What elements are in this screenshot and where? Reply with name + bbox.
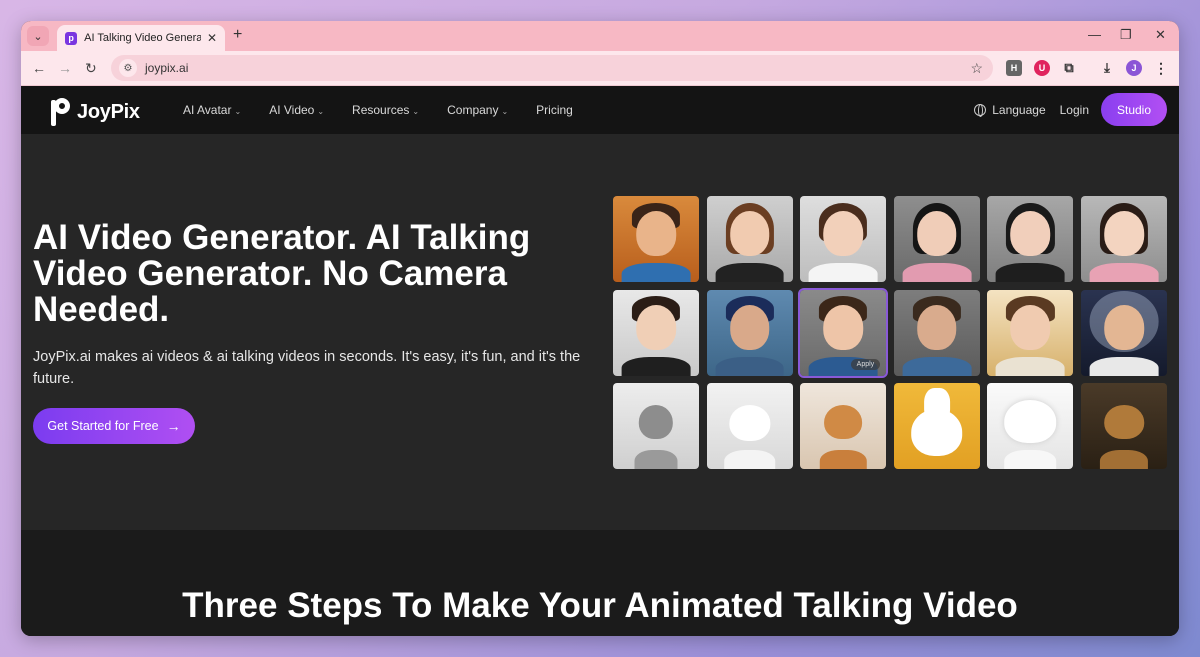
avatar-tile[interactable] — [706, 383, 793, 470]
tab-title: AI Talking Video Generator && — [84, 32, 201, 44]
avatar-tile[interactable] — [613, 289, 699, 376]
download-icon[interactable]: ⤓ — [1099, 60, 1115, 76]
new-tab-button[interactable]: + — [233, 26, 242, 44]
arrow-right-icon: → — [166, 418, 181, 434]
forward-icon[interactable]: → — [58, 60, 72, 76]
avatar-tile[interactable] — [987, 196, 1074, 282]
avatar-tile[interactable] — [1080, 196, 1167, 282]
avatar-tile[interactable] — [706, 289, 793, 376]
avatar-tile[interactable] — [893, 196, 980, 282]
steps-section: Three Steps To Make Your Animated Talkin… — [21, 530, 1179, 636]
address-bar[interactable]: ⚙ joypix.ai ☆ — [111, 55, 993, 81]
minimize-icon[interactable]: — — [1088, 27, 1101, 42]
extensions-puzzle-icon[interactable]: ⧉ — [1061, 60, 1077, 76]
close-window-icon[interactable]: ✕ — [1155, 27, 1166, 43]
avatar-tile[interactable] — [987, 383, 1074, 470]
apply-button[interactable]: Apply — [850, 358, 881, 370]
tab-search-button[interactable]: ⌄ — [27, 26, 49, 46]
chevron-down-icon: ⌄ — [234, 107, 242, 116]
get-started-button[interactable]: Get Started for Free → — [33, 408, 195, 444]
chevron-down-icon: ⌄ — [501, 107, 509, 116]
browser-window: ⌄ p AI Talking Video Generator && ✕ + — … — [21, 21, 1179, 636]
avatar-tile[interactable] — [1080, 289, 1167, 376]
profile-avatar[interactable]: J — [1126, 60, 1142, 76]
browser-menu-icon[interactable]: ⋮ — [1153, 60, 1169, 76]
avatar-tile[interactable] — [893, 383, 980, 470]
avatar-tile[interactable] — [613, 196, 699, 282]
language-selector[interactable]: Language — [974, 102, 1046, 117]
menu-ai-avatar[interactable]: AI Avatar ⌄ — [183, 103, 241, 117]
avatar-tile[interactable] — [800, 196, 887, 282]
logo-text: JoyPix — [77, 100, 140, 123]
url-text: joypix.ai — [145, 61, 189, 75]
browser-toolbar: ← → ↻ ⚙ joypix.ai ☆ H U ⧉ ⤓ J ⋮ — [21, 51, 1179, 86]
menu-pricing[interactable]: Pricing — [536, 103, 573, 117]
reload-icon[interactable]: ↻ — [85, 60, 97, 77]
avatar-tile[interactable] — [893, 289, 980, 376]
extension-h-icon[interactable]: H — [1006, 60, 1022, 76]
avatar-grid: Apply — [613, 196, 1167, 470]
tab-strip: ⌄ p AI Talking Video Generator && ✕ + — … — [21, 21, 1179, 51]
hero-title: AI Video Generator. AI Talking Video Gen… — [33, 218, 531, 329]
joypix-favicon-icon: p — [65, 31, 78, 45]
menu-resources[interactable]: Resources ⌄ — [352, 103, 419, 117]
hero-section: AI Video Generator. AI Talking Video Gen… — [21, 134, 1179, 530]
hero-description: JoyPix.ai makes ai videos & ai talking v… — [33, 349, 581, 387]
globe-icon — [974, 103, 987, 117]
extension-shield-icon[interactable]: U — [1034, 60, 1050, 76]
main-menu: AI Avatar ⌄ AI Video ⌄ Resources ⌄ Company ⌄… — [183, 103, 601, 117]
site-header: JoyPix AI Avatar ⌄ AI Video ⌄ Resources ⌄ C… — [21, 86, 1179, 134]
bookmark-star-icon[interactable]: ☆ — [970, 60, 983, 77]
logo-mark-icon — [51, 96, 71, 128]
back-icon[interactable]: ← — [32, 60, 46, 76]
chevron-down-icon: ⌄ — [317, 107, 325, 116]
login-link[interactable]: Login — [1060, 103, 1089, 117]
restore-icon[interactable]: ❐ — [1120, 27, 1132, 43]
steps-heading: Three Steps To Make Your Animated Talkin… — [182, 586, 1018, 625]
active-tab[interactable]: p AI Talking Video Generator && ✕ — [57, 25, 225, 51]
avatar-tile[interactable] — [613, 383, 699, 470]
avatar-tile[interactable] — [800, 383, 887, 470]
joypix-logo[interactable]: JoyPix — [51, 96, 140, 128]
avatar-tile[interactable] — [1080, 383, 1167, 470]
chevron-down-icon: ⌄ — [412, 107, 420, 116]
avatar-tile[interactable] — [987, 289, 1074, 376]
menu-company[interactable]: Company ⌄ — [447, 103, 508, 117]
header-actions: Language Login Studio — [974, 93, 1167, 126]
avatar-tile[interactable] — [706, 196, 793, 282]
web-page: JoyPix AI Avatar ⌄ AI Video ⌄ Resources ⌄ C… — [21, 86, 1179, 636]
menu-ai-video[interactable]: AI Video ⌄ — [269, 103, 324, 117]
cta-label: Get Started for Free — [47, 419, 159, 433]
language-label: Language — [992, 102, 1046, 117]
studio-button[interactable]: Studio — [1101, 93, 1167, 126]
site-info-icon[interactable]: ⚙ — [119, 59, 137, 77]
avatar-tile-selected[interactable]: Apply — [798, 287, 889, 378]
tab-close-icon[interactable]: ✕ — [207, 31, 217, 45]
